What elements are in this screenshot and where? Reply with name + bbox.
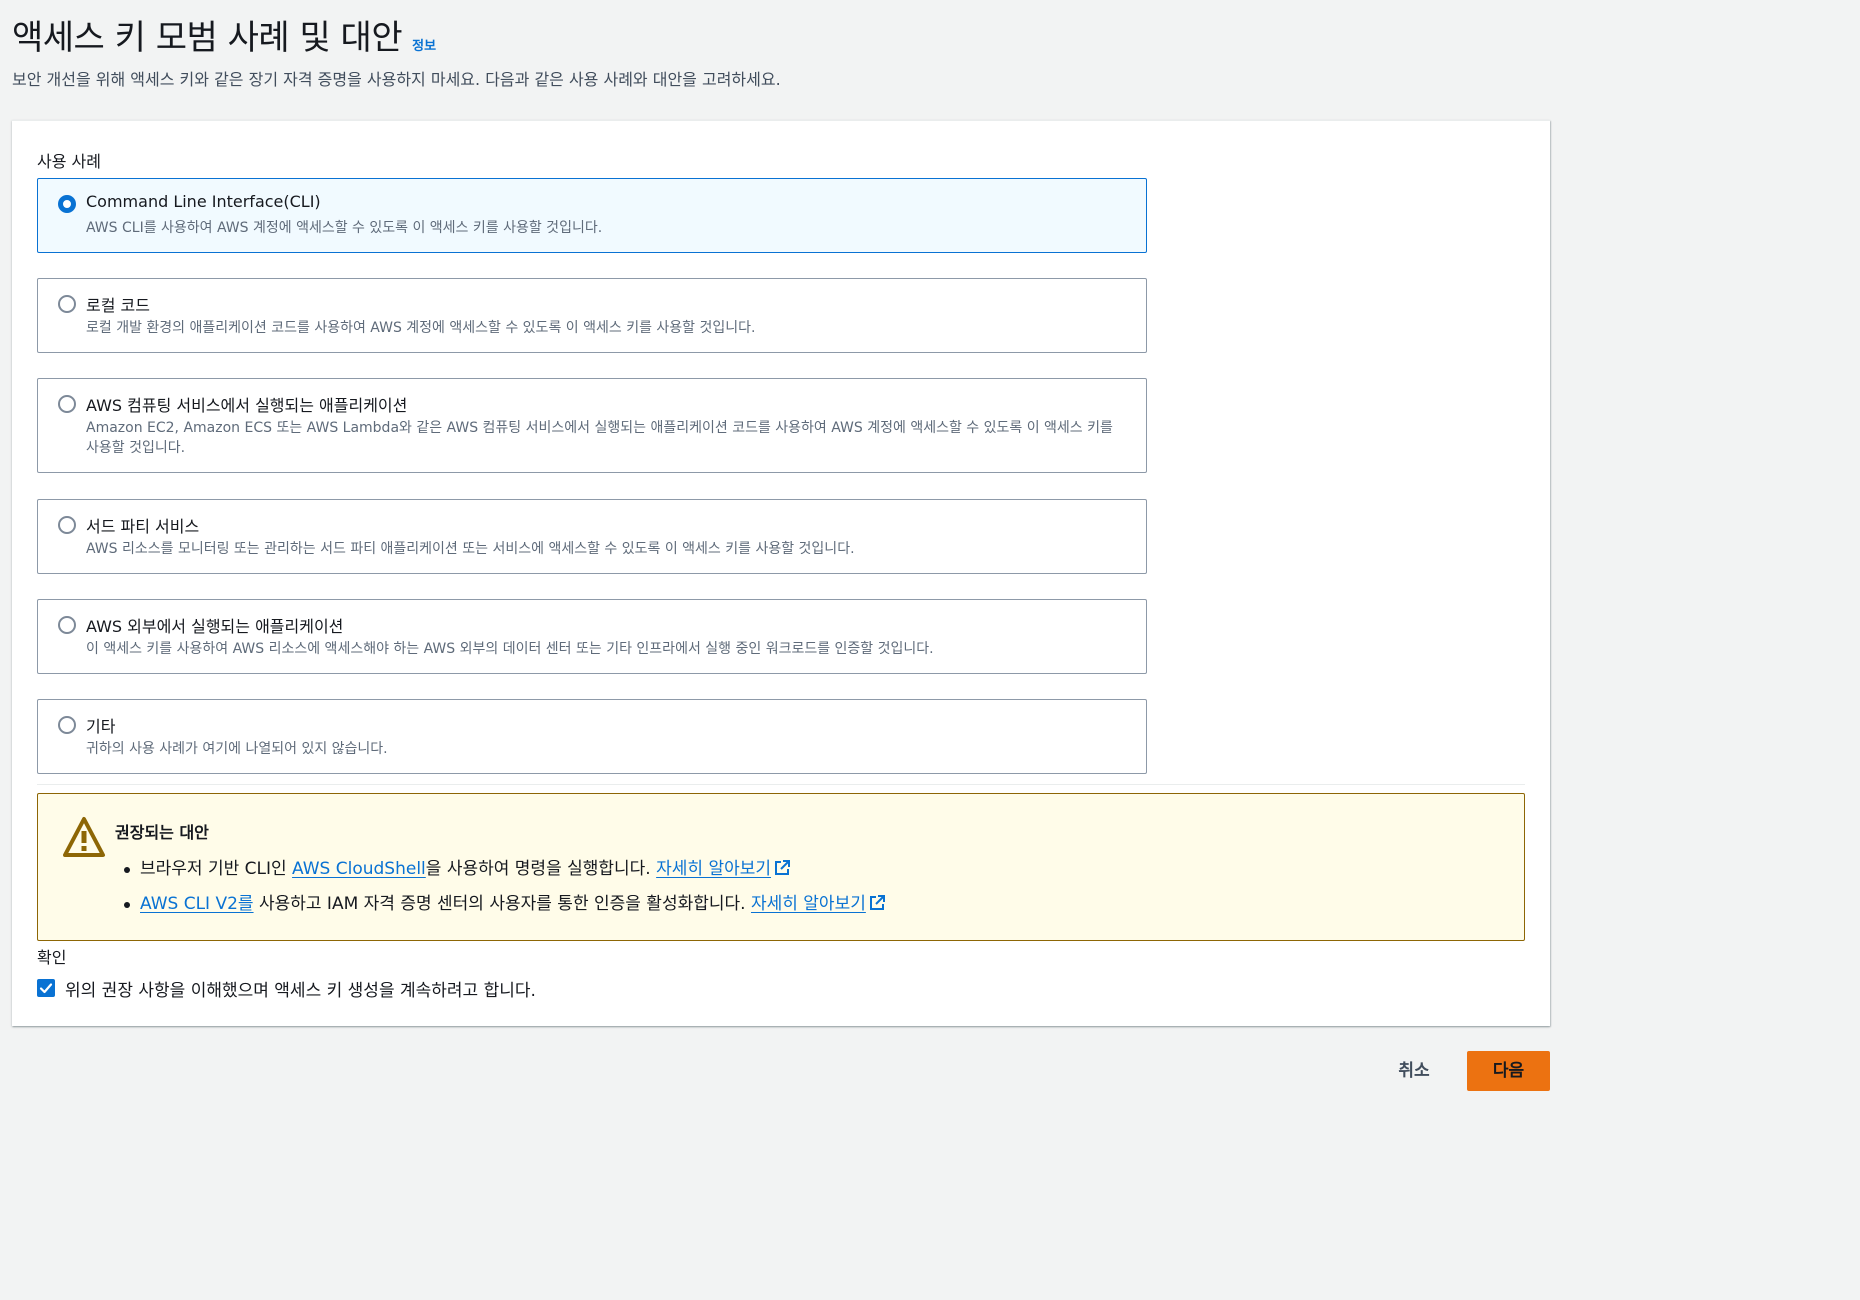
page-header: 액세스 키 모범 사례 및 대안 정보 보안 개선을 위해 액세스 키와 같은 … (12, 14, 781, 92)
aws-cli-v2-link[interactable]: AWS CLI V2를 (140, 894, 254, 914)
use-case-label: 사용 사례 (37, 152, 101, 171)
recommended-alternatives-alert: 권장되는 대안 브라우저 기반 CLI인 AWS CloudShell을 사용하… (37, 793, 1525, 941)
next-button[interactable]: 다음 (1467, 1051, 1550, 1091)
radio-button[interactable] (58, 516, 76, 534)
confirm-checkbox[interactable] (37, 979, 55, 997)
option-other[interactable]: 기타 귀하의 사용 사례가 여기에 나열되어 있지 않습니다. (37, 699, 1147, 774)
cancel-button[interactable]: 취소 (1380, 1053, 1448, 1089)
use-case-panel: 사용 사례 Command Line Interface(CLI) AWS CL… (12, 120, 1550, 1026)
page-description: 보안 개선을 위해 액세스 키와 같은 장기 자격 증명을 사용하지 마세요. … (12, 70, 781, 89)
option-title: 기타 (86, 717, 116, 736)
learn-more-label: 자세히 알아보기 (656, 859, 772, 879)
option-description: 로컬 개발 환경의 애플리케이션 코드를 사용하여 AWS 계정에 액세스할 수… (86, 320, 756, 336)
option-description: 이 액세스 키를 사용하여 AWS 리소스에 액세스해야 하는 AWS 외부의 … (86, 641, 934, 657)
confirm-checkbox-label[interactable]: 위의 권장 사항을 이해했으며 액세스 키 생성을 계속하려고 합니다. (65, 976, 536, 1001)
option-description: AWS 리소스를 모니터링 또는 관리하는 서드 파티 애플리케이션 또는 서비… (86, 541, 855, 557)
option-title: AWS 외부에서 실행되는 애플리케이션 (86, 617, 344, 636)
external-link-icon (869, 895, 885, 910)
radio-button[interactable] (58, 716, 76, 734)
page-title: 액세스 키 모범 사례 및 대안 (12, 18, 403, 58)
option-description: Amazon EC2, Amazon ECS 또는 AWS Lambda와 같은… (86, 420, 1113, 456)
alert-title: 권장되는 대안 (115, 823, 209, 842)
learn-more-label: 자세히 알아보기 (750, 894, 866, 914)
radio-button[interactable] (58, 295, 76, 313)
option-cli[interactable]: Command Line Interface(CLI) AWS CLI를 사용하… (37, 178, 1147, 253)
divider (37, 784, 1525, 785)
option-title: Command Line Interface(CLI) (86, 192, 321, 211)
radio-button-selected[interactable] (58, 195, 76, 213)
info-link[interactable]: 정보 (412, 35, 436, 54)
checkmark-icon (39, 983, 53, 994)
page: 액세스 키 모범 사례 및 대안 정보 보안 개선을 위해 액세스 키와 같은 … (0, 0, 1568, 1096)
option-description: AWS CLI를 사용하여 AWS 계정에 액세스할 수 있도록 이 액세스 키… (86, 220, 603, 236)
option-third-party[interactable]: 서드 파티 서비스 AWS 리소스를 모니터링 또는 관리하는 서드 파티 애플… (37, 499, 1147, 574)
option-description: 귀하의 사용 사례가 여기에 나열되어 있지 않습니다. (86, 741, 388, 757)
aws-cloudshell-link[interactable]: AWS CloudShell (292, 859, 426, 879)
radio-button[interactable] (58, 616, 76, 634)
item-text: 브라우저 기반 CLI인 (140, 859, 293, 879)
learn-more-link[interactable]: 자세히 알아보기 (656, 859, 791, 879)
alternatives-list: 브라우저 기반 CLI인 AWS CloudShell을 사용하여 명령을 실행… (124, 852, 886, 922)
option-title: 로컬 코드 (86, 296, 150, 315)
list-item: 브라우저 기반 CLI인 AWS CloudShell을 사용하여 명령을 실행… (124, 852, 886, 887)
option-local-code[interactable]: 로컬 코드 로컬 개발 환경의 애플리케이션 코드를 사용하여 AWS 계정에 … (37, 278, 1147, 353)
radio-button[interactable] (58, 395, 76, 413)
list-item: AWS CLI V2를 사용하고 IAM 자격 증명 센터의 사용자를 통한 인… (124, 887, 886, 922)
option-title: 서드 파티 서비스 (86, 517, 200, 536)
option-aws-compute[interactable]: AWS 컴퓨팅 서비스에서 실행되는 애플리케이션 Amazon EC2, Am… (37, 378, 1147, 473)
learn-more-link[interactable]: 자세히 알아보기 (751, 894, 886, 914)
confirm-label: 확인 (37, 948, 67, 967)
warning-icon (63, 817, 105, 857)
option-outside-aws[interactable]: AWS 외부에서 실행되는 애플리케이션 이 액세스 키를 사용하여 AWS 리… (37, 599, 1147, 674)
external-link-icon (775, 860, 791, 875)
title-row: 액세스 키 모범 사례 및 대안 정보 (12, 14, 781, 62)
item-text: 을 사용하여 명령을 실행합니다. (425, 859, 657, 879)
item-text: 사용하고 IAM 자격 증명 센터의 사용자를 통한 인증을 활성화합니다. (253, 894, 751, 914)
option-title: AWS 컴퓨팅 서비스에서 실행되는 애플리케이션 (86, 396, 408, 415)
